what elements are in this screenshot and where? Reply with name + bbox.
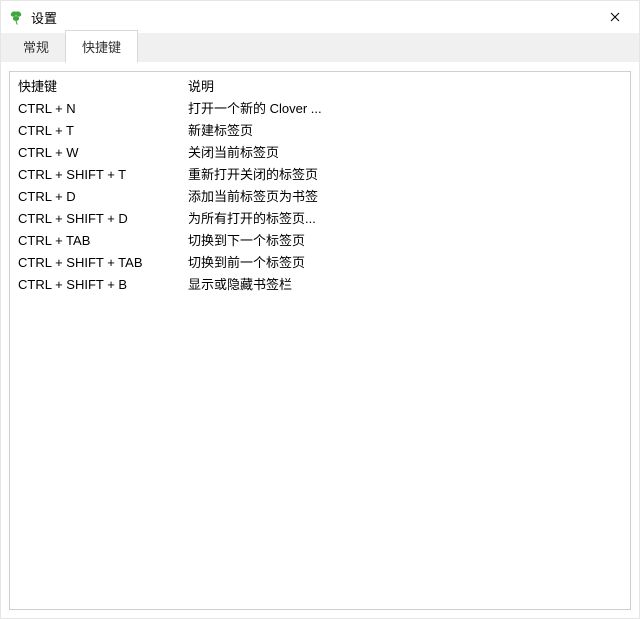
list-item[interactable]: CTRL + SHIFT + B显示或隐藏书签栏: [18, 274, 622, 296]
tab-shortcuts[interactable]: 快捷键: [65, 30, 138, 63]
list-item[interactable]: CTRL + T新建标签页: [18, 120, 622, 142]
shortcut-key: CTRL + SHIFT + TAB: [18, 252, 188, 274]
list-item[interactable]: CTRL + TAB切换到下一个标签页: [18, 230, 622, 252]
list-item[interactable]: CTRL + N打开一个新的 Clover ...: [18, 98, 622, 120]
shortcut-desc: 切换到前一个标签页: [188, 252, 622, 274]
shortcut-desc: 打开一个新的 Clover ...: [188, 98, 622, 120]
shortcut-key: CTRL + SHIFT + T: [18, 164, 188, 186]
window-title: 设置: [31, 8, 595, 27]
shortcut-desc: 为所有打开的标签页...: [188, 208, 622, 230]
shortcut-desc: 新建标签页: [188, 120, 622, 142]
shortcut-key: CTRL + TAB: [18, 230, 188, 252]
tab-bar: 常规 快捷键: [1, 33, 639, 63]
header-desc: 说明: [188, 76, 622, 98]
list-item[interactable]: CTRL + D添加当前标签页为书签: [18, 186, 622, 208]
list-item[interactable]: CTRL + SHIFT + D为所有打开的标签页...: [18, 208, 622, 230]
shortcut-list[interactable]: 快捷键 说明 CTRL + N打开一个新的 Clover ...CTRL + T…: [9, 71, 631, 610]
list-item[interactable]: CTRL + W关闭当前标签页: [18, 142, 622, 164]
shortcut-key: CTRL + D: [18, 186, 188, 208]
shortcut-key: CTRL + N: [18, 98, 188, 120]
shortcut-desc: 显示或隐藏书签栏: [188, 274, 622, 296]
clover-icon: [7, 8, 25, 26]
shortcut-desc: 关闭当前标签页: [188, 142, 622, 164]
list-header: 快捷键 说明: [18, 76, 622, 98]
header-key: 快捷键: [18, 76, 188, 98]
shortcut-desc: 添加当前标签页为书签: [188, 186, 622, 208]
content-area: 快捷键 说明 CTRL + N打开一个新的 Clover ...CTRL + T…: [1, 63, 639, 618]
tab-general[interactable]: 常规: [7, 31, 65, 62]
shortcut-key: CTRL + W: [18, 142, 188, 164]
settings-window: 设置 常规 快捷键 快捷键 说明 CTRL + N打开一个新的 Clover .…: [0, 0, 640, 619]
shortcut-desc: 重新打开关闭的标签页: [188, 164, 622, 186]
list-item[interactable]: CTRL + SHIFT + TAB切换到前一个标签页: [18, 252, 622, 274]
shortcut-key: CTRL + SHIFT + B: [18, 274, 188, 296]
titlebar: 设置: [1, 1, 639, 33]
shortcut-key: CTRL + T: [18, 120, 188, 142]
shortcut-key: CTRL + SHIFT + D: [18, 208, 188, 230]
list-item[interactable]: CTRL + SHIFT + T重新打开关闭的标签页: [18, 164, 622, 186]
shortcut-desc: 切换到下一个标签页: [188, 230, 622, 252]
close-icon[interactable]: [595, 3, 635, 31]
